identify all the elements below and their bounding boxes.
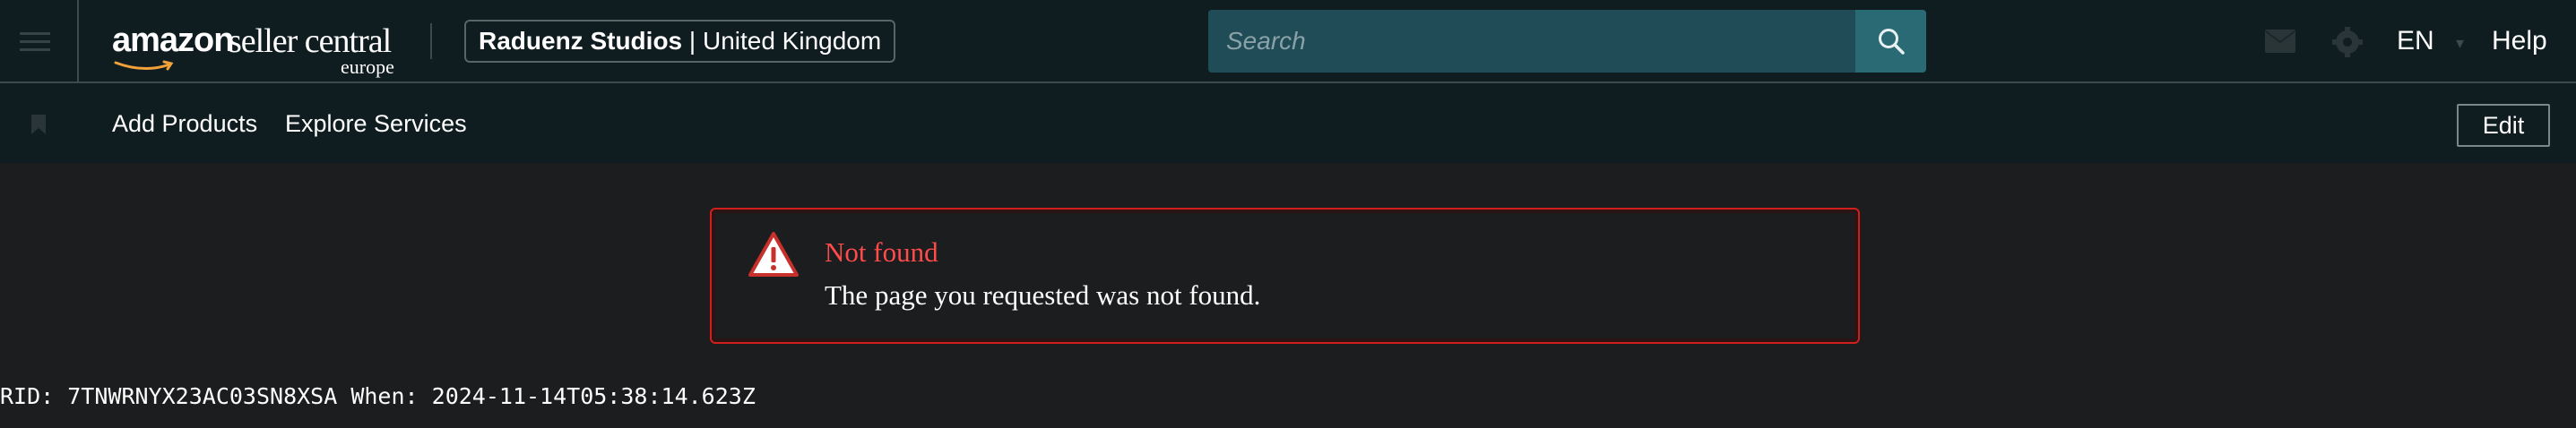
top-header: amazon seller central europe Raduenz Stu… xyxy=(0,0,2576,83)
error-message: The page you requested was not found. xyxy=(825,279,1261,311)
account-switcher[interactable]: Raduenz Studios | United Kingdom xyxy=(464,20,896,63)
search-button[interactable] xyxy=(1855,10,1926,73)
help-link[interactable]: Help xyxy=(2492,25,2547,57)
bookmark-icon[interactable] xyxy=(30,114,47,135)
logo-brand: amazon xyxy=(112,21,234,59)
secondary-nav: Add Products Explore Services Edit xyxy=(0,83,2576,163)
request-id-text: RID: 7TNWRNYX23AC03SN8XSA When: 2024-11-… xyxy=(0,383,756,409)
hamburger-menu-icon[interactable] xyxy=(0,0,79,83)
nav-add-products[interactable]: Add Products xyxy=(112,108,257,139)
search-icon xyxy=(1878,29,1905,55)
error-title: Not found xyxy=(825,236,938,268)
logo-region: europe xyxy=(341,56,394,78)
seller-central-logo[interactable]: amazon seller central europe xyxy=(112,16,408,78)
header-divider xyxy=(430,23,432,59)
warning-icon xyxy=(748,232,799,277)
gear-icon[interactable] xyxy=(2331,26,2364,58)
search-input[interactable] xyxy=(1208,10,1855,73)
amazon-smile-icon xyxy=(114,60,174,71)
chevron-down-icon: ▾ xyxy=(2456,34,2465,52)
account-marketplace: United Kingdom xyxy=(702,27,882,55)
language-selector[interactable]: EN ▾ xyxy=(2397,25,2464,57)
account-separator: | xyxy=(688,27,696,55)
error-alert: Not found The page you requested was not… xyxy=(710,208,1860,344)
account-name: Raduenz Studios xyxy=(479,27,683,55)
nav-explore-services[interactable]: Explore Services xyxy=(285,108,467,139)
mail-icon[interactable] xyxy=(2264,29,2296,54)
search-bar xyxy=(1208,10,1926,73)
edit-button[interactable]: Edit xyxy=(2457,104,2550,147)
language-label: EN xyxy=(2397,26,2434,56)
